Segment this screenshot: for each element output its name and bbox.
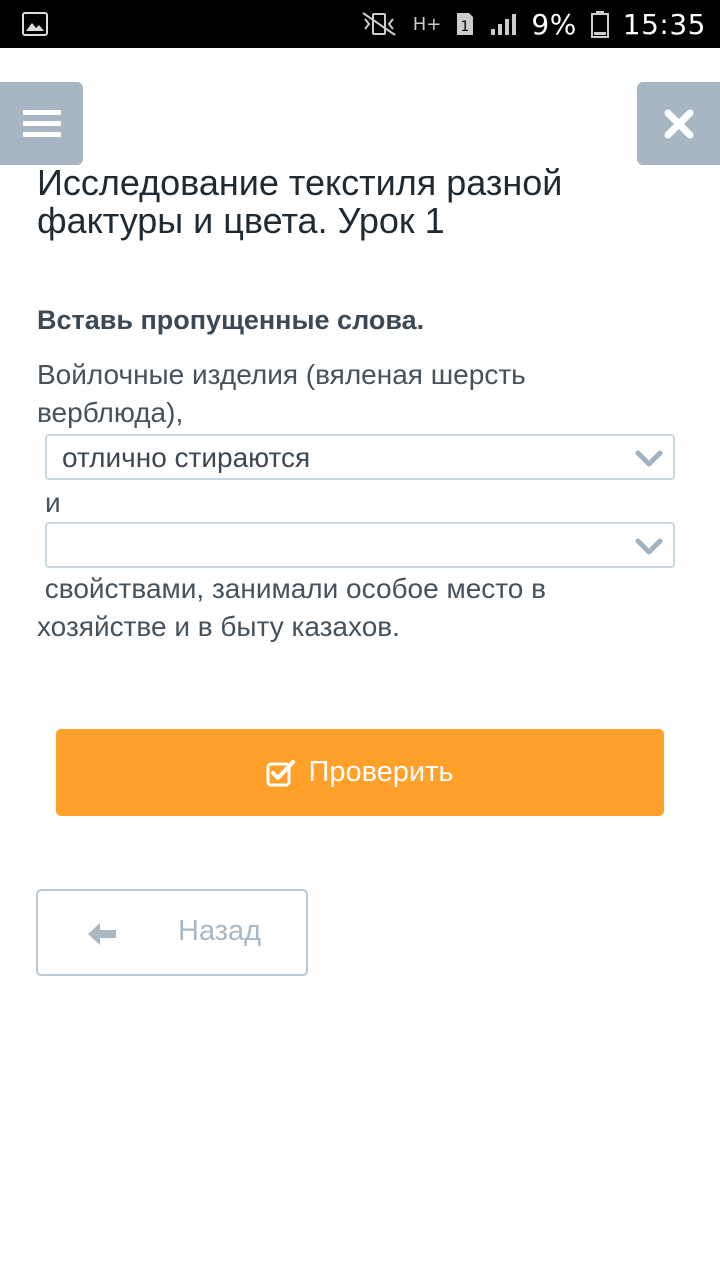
answer-select-1-value: отлично стираются bbox=[62, 442, 311, 473]
hamburger-menu-icon bbox=[22, 109, 61, 137]
sim-icon: 1 bbox=[457, 13, 474, 35]
checkbox-check-icon bbox=[266, 759, 296, 786]
check-button[interactable]: Проверить bbox=[56, 729, 664, 816]
gallery-notification-icon bbox=[22, 12, 48, 36]
task-instruction: Вставь пропущенные слова. bbox=[37, 305, 425, 335]
vibrate-mute-icon bbox=[362, 12, 396, 36]
answer-select-1[interactable]: отлично стираются bbox=[45, 434, 675, 480]
back-button[interactable]: Назад bbox=[36, 889, 308, 976]
clock: 15:35 bbox=[622, 7, 706, 41]
battery-percent: 9% bbox=[531, 7, 577, 41]
arrow-left-icon bbox=[88, 923, 116, 945]
close-icon bbox=[664, 109, 693, 138]
status-icons: H+ 1 9% 15:35 bbox=[359, 0, 706, 48]
task-connector: и bbox=[45, 487, 61, 518]
signal-icon bbox=[491, 14, 517, 35]
task-text-before: Войлочные изделия (вяленая шерсть верблю… bbox=[37, 359, 526, 428]
battery-icon bbox=[590, 11, 609, 38]
answer-select-2[interactable] bbox=[45, 522, 675, 568]
back-button-label: Назад bbox=[178, 915, 262, 947]
status-bar: H+ 1 9% 15:35 bbox=[0, 0, 720, 48]
lesson-title: Исследование текстиля разной фактуры и ц… bbox=[37, 162, 563, 241]
check-button-label: Проверить bbox=[308, 756, 454, 788]
menu-button[interactable] bbox=[0, 82, 83, 165]
network-type: H+ bbox=[412, 13, 442, 35]
svg-text:1: 1 bbox=[461, 19, 470, 35]
chevron-down-icon bbox=[635, 450, 663, 467]
task-text-after: свойствами, занимали особое место в хозя… bbox=[37, 573, 554, 642]
close-button[interactable] bbox=[637, 82, 720, 165]
chevron-down-icon bbox=[635, 538, 663, 555]
